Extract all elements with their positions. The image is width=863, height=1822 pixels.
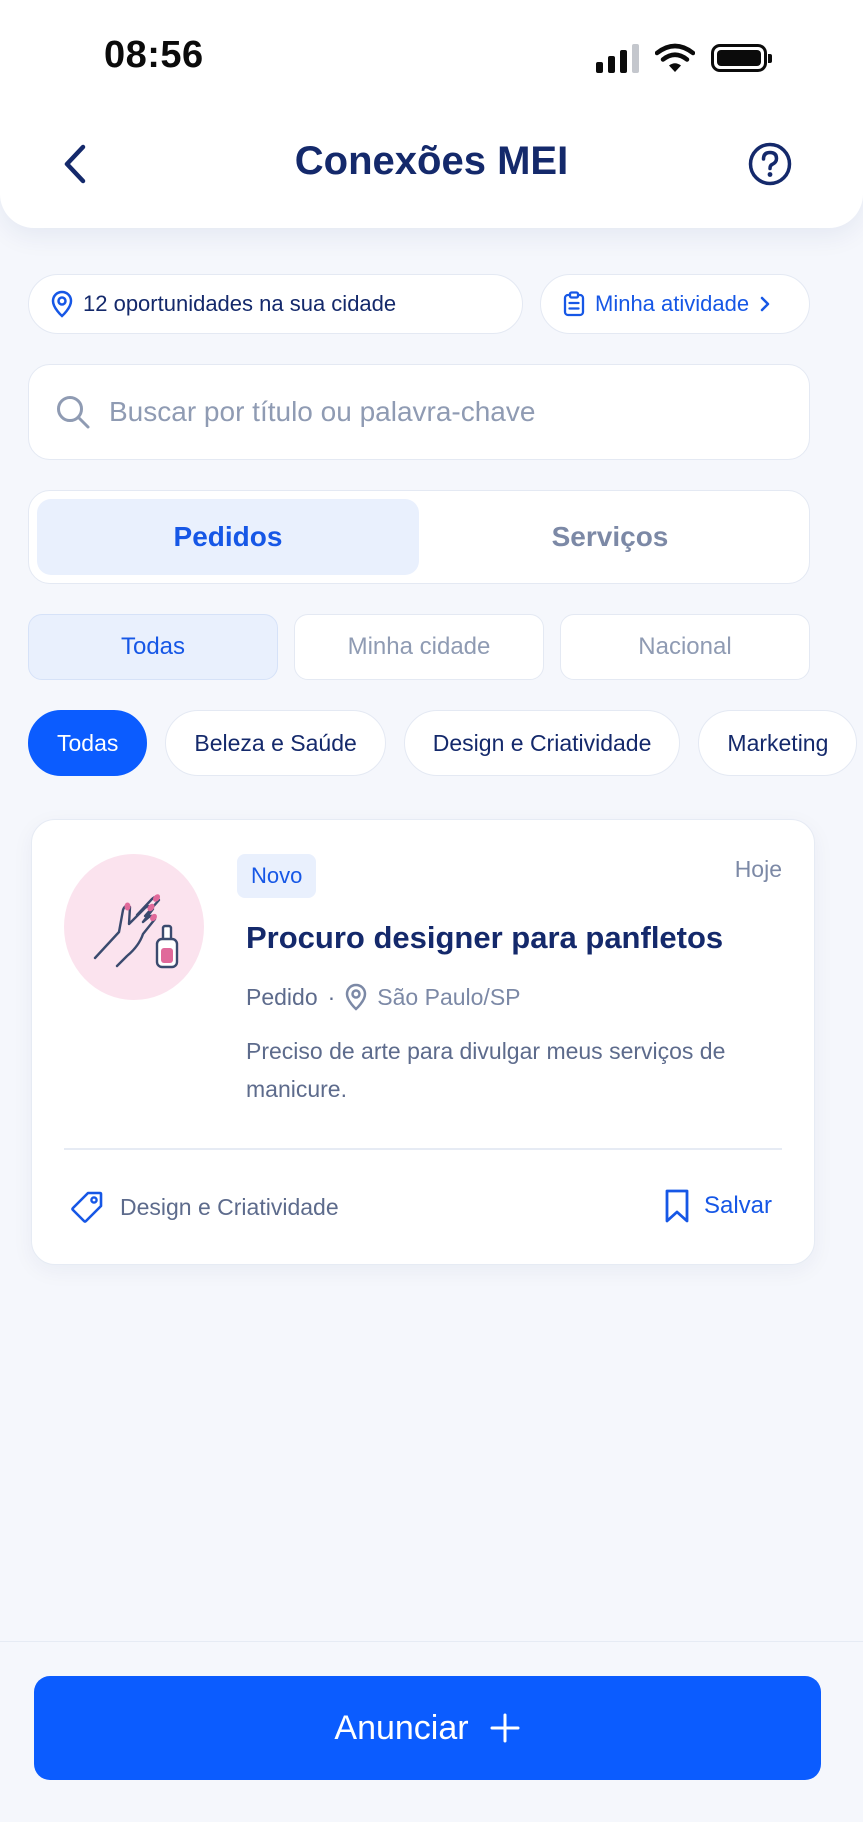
status-time: 08:56 (104, 34, 204, 76)
search-input[interactable] (109, 396, 809, 428)
chevron-right-icon (760, 296, 770, 312)
listing-description: Preciso de arte para divulgar meus servi… (246, 1038, 726, 1102)
scope-filter-nacional[interactable]: Nacional (560, 614, 810, 680)
scope-filter-todas[interactable]: Todas (28, 614, 278, 680)
card-divider (64, 1148, 782, 1150)
announce-button-label: Anunciar (334, 1708, 469, 1747)
help-icon (748, 142, 792, 186)
category-chip-marketing[interactable]: Marketing (698, 710, 858, 776)
plus-icon (490, 1713, 520, 1743)
tab-servicos[interactable]: Serviços (419, 499, 801, 575)
listing-category-label: Design e Criatividade (120, 1193, 339, 1220)
page-title: Conexões MEI (294, 139, 569, 183)
battery-icon (711, 44, 772, 72)
scope-filter-minha-cidade[interactable]: Minha cidade (294, 614, 544, 680)
listing-title: Procuro designer para panfletos (246, 920, 724, 955)
listing-category: Design e Criatividade (70, 1190, 339, 1224)
tab-pedidos[interactable]: Pedidos (37, 499, 419, 575)
listing-type: Pedido (246, 983, 318, 1010)
location-pin-icon (51, 290, 73, 318)
scope-filters: Todas Minha cidade Nacional (28, 614, 810, 680)
location-pin-icon (346, 983, 367, 1011)
category-chip-design-criatividade[interactable]: Design e Criatividade (403, 710, 681, 776)
clipboard-icon (563, 291, 585, 317)
listing-thumbnail (64, 854, 204, 1000)
help-button[interactable] (746, 140, 794, 188)
listing-card[interactable]: Novo Hoje Procuro designer para panfleto… (31, 819, 815, 1265)
my-activity-label: Minha atividade (595, 291, 750, 316)
save-button-label: Salvar (703, 1192, 772, 1219)
bookmark-icon (665, 1189, 689, 1223)
location-pill: 12 oportunidades na sua cidade (28, 274, 523, 334)
tag-icon (71, 1191, 103, 1223)
signal-icon (596, 43, 639, 73)
category-chips: Todas Beleza e Saúde Design e Criativida… (28, 710, 858, 776)
search-bar[interactable] (28, 364, 810, 460)
save-button[interactable]: Salvar (664, 1188, 772, 1224)
location-pill-text: 12 oportunidades na sua cidade (83, 291, 397, 316)
listing-city: São Paulo/SP (377, 983, 521, 1010)
listing-date: Hoje (734, 856, 782, 882)
meta-separator: · (327, 983, 336, 1010)
manicure-hand-icon (93, 894, 179, 969)
category-chip-todas[interactable]: Todas (28, 710, 148, 776)
wifi-icon (655, 43, 695, 72)
app-header: 08:56 Conexões MEI (0, 0, 863, 228)
category-chip-beleza-saude[interactable]: Beleza e Saúde (165, 710, 386, 776)
new-badge: Novo (237, 854, 317, 898)
listing-meta: Pedido · São Paulo/SP (246, 983, 521, 1011)
announce-button[interactable]: Anunciar (34, 1676, 821, 1780)
search-icon (57, 396, 90, 429)
listing-type-tabs: Pedidos Serviços (28, 490, 810, 584)
status-icons (596, 40, 772, 76)
my-activity-link[interactable]: Minha atividade (540, 274, 810, 334)
